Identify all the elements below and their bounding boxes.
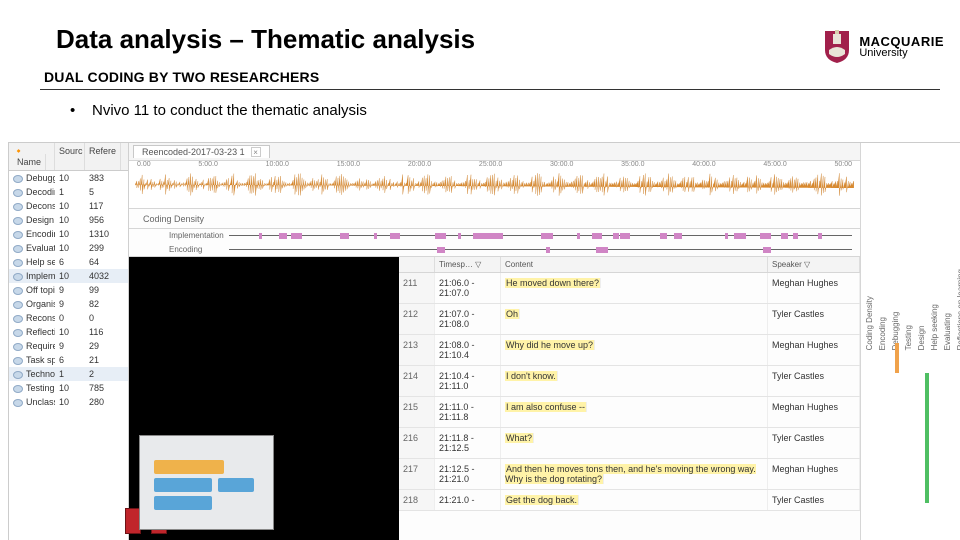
node-row[interactable]: Off topic999 (9, 283, 128, 297)
scratch-block (154, 478, 212, 492)
timeline-tick: 25:00.0 (479, 161, 502, 168)
shield-icon (823, 30, 851, 64)
nvivo-screenshot: 🔸 Name Sourc Refere Debuggin10383Decodin… (8, 142, 960, 540)
logo-text-2: University (859, 48, 944, 59)
node-row[interactable]: Reflection10116 (9, 325, 128, 339)
timeline-tick: 10:00.0 (266, 161, 289, 168)
scratch-block (154, 460, 224, 474)
video-thumbnail (139, 435, 274, 530)
transcript-header: Timesp… ▽ Content Speaker ▽ (399, 257, 860, 273)
scratch-block (154, 496, 212, 510)
center-panel: Reencoded-2017-03-23 1 × 0.00 5:00.0 10:00… (129, 143, 860, 540)
document-tab[interactable]: Reencoded-2017-03-23 1 × (133, 145, 270, 158)
transcript-row[interactable]: 21621:11.8 - 21:12.5What?Tyler Castles (399, 428, 860, 459)
university-logo: MACQUARIE University (823, 30, 944, 64)
timeline-tick: 15:00.0 (337, 161, 360, 168)
track-encoding-label: Encoding (129, 245, 229, 254)
node-row[interactable]: Decoding15 (9, 185, 128, 199)
timeline-tick: 20:00.0 (408, 161, 431, 168)
close-icon[interactable]: × (251, 147, 261, 157)
density-bar (925, 373, 929, 503)
node-row[interactable]: Help seek664 (9, 255, 128, 269)
transcript-row[interactable]: 21821:21.0 - Get the dog back.Tyler Cast… (399, 490, 860, 511)
track-implementation-label: Implementation (129, 231, 229, 240)
transcript-row[interactable]: 21121:06.0 - 21:07.0He moved down there?… (399, 273, 860, 304)
density-label: Reflections on learning (956, 269, 960, 350)
waveform-svg (135, 171, 854, 198)
timeline-tick: 0.00 (137, 161, 151, 168)
node-row[interactable]: Implemen104032 (9, 269, 128, 283)
video-preview[interactable] (129, 257, 399, 540)
node-row[interactable]: Reconstru00 (9, 311, 128, 325)
timeline-tick: 5:00.0 (198, 161, 217, 168)
bullet-item: Nvivo 11 to conduct the thematic analysi… (70, 102, 960, 119)
coding-density-label: Coding Density (129, 209, 860, 229)
slide-title: Data analysis – Thematic analysis (0, 0, 960, 55)
node-row[interactable]: Encoding101310 (9, 227, 128, 241)
transcript-row[interactable]: 21421:10.4 - 21:11.0I don't know.Tyler C… (399, 366, 860, 397)
timeline-tick: 30:00.0 (550, 161, 573, 168)
tab-label: Reencoded-2017-03-23 1 (142, 147, 245, 157)
slide-subtitle: DUAL CODING BY TWO RESEARCHERS (0, 55, 960, 87)
nodes-header: 🔸 Name Sourc Refere (9, 143, 128, 171)
tab-bar: Reencoded-2017-03-23 1 × (129, 143, 860, 161)
node-row[interactable]: Testing10785 (9, 381, 128, 395)
node-row[interactable]: Task speci621 (9, 353, 128, 367)
transcript-row[interactable]: 21221:07.0 - 21:08.0OhTyler Castles (399, 304, 860, 335)
transcript-row[interactable]: 21521:11.0 - 21:11.8I am also confuse --… (399, 397, 860, 428)
timeline-tick: 50:00 (834, 161, 852, 168)
node-row[interactable]: Requirem929 (9, 339, 128, 353)
right-density-panel: Coding DensityEncodingDebuggingTestingDe… (860, 143, 960, 540)
transcript-row[interactable]: 21721:12.5 - 21:21.0And then he moves to… (399, 459, 860, 490)
audio-waveform[interactable]: 0.00 5:00.0 10:00.0 15:00.0 20:00.0 25:00.0 30… (129, 161, 860, 209)
scratch-block (218, 478, 254, 492)
coding-tracks: Implementation Encoding (129, 229, 860, 257)
density-bar (895, 343, 899, 373)
timeline-tick: 45:00.0 (763, 161, 786, 168)
node-row[interactable]: Organisin982 (9, 297, 128, 311)
node-row[interactable]: Deconstru10117 (9, 199, 128, 213)
bullet-list: Nvivo 11 to conduct the thematic analysi… (0, 90, 960, 119)
transcript-row[interactable]: 21321:08.0 - 21:10.4Why did he move up?M… (399, 335, 860, 366)
node-row[interactable]: Technolo12 (9, 367, 128, 381)
node-row[interactable]: Evaluatin10299 (9, 241, 128, 255)
node-row[interactable]: Unclassifi10280 (9, 395, 128, 409)
timeline-tick: 40:00.0 (692, 161, 715, 168)
nodes-panel: 🔸 Name Sourc Refere Debuggin10383Decodin… (9, 143, 129, 540)
node-row[interactable]: Debuggin10383 (9, 171, 128, 185)
transcript-panel: Timesp… ▽ Content Speaker ▽ 21121:06.0 -… (399, 257, 860, 540)
node-row[interactable]: Design10956 (9, 213, 128, 227)
timeline-tick: 35:00.0 (621, 161, 644, 168)
